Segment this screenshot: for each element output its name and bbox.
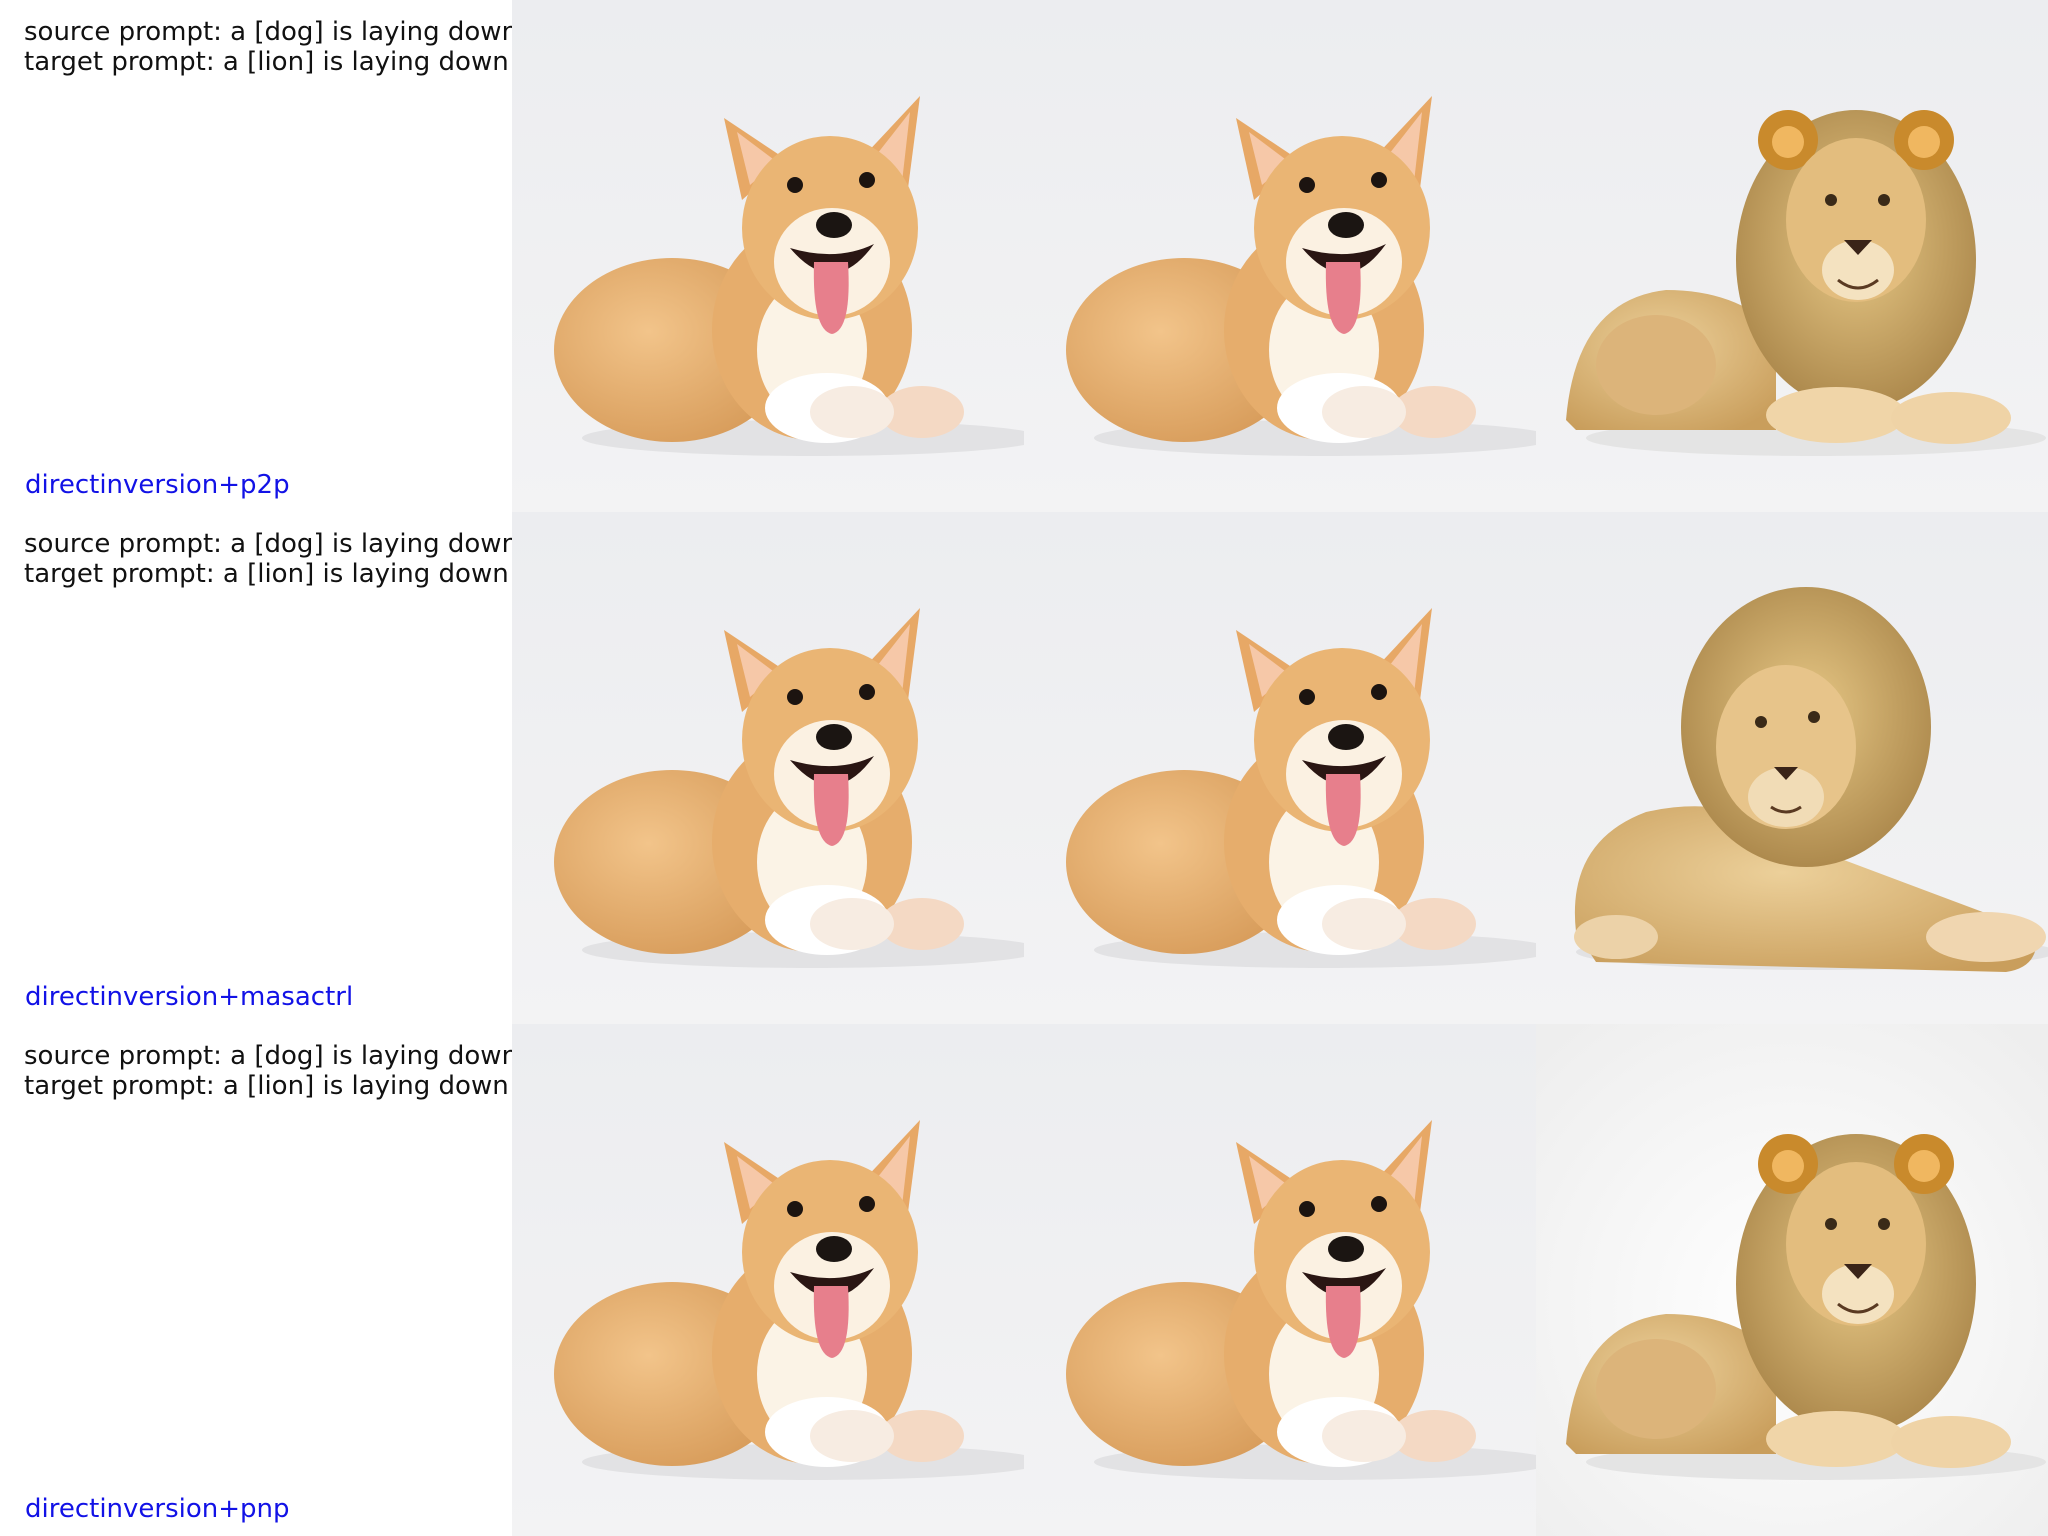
method-label: directinversion+pnp — [25, 1494, 290, 1524]
method-label: directinversion+masactrl — [25, 982, 354, 1012]
target-prompt: target prompt: a [lion] is laying down o… — [24, 1070, 815, 1101]
method-label: directinversion+p2p — [25, 470, 290, 500]
source-prompt: source prompt: a [dog] is laying down on… — [24, 17, 825, 47]
method-row-masactrl: source prompt: a [dog] is laying down on… — [0, 512, 2048, 1024]
prompt-text: source prompt: a [dog] is laying down on… — [24, 17, 825, 77]
edited-lion-image — [1536, 1024, 2048, 1536]
label-cell: source prompt: a [dog] is laying down on… — [0, 0, 825, 512]
source-corgi-image — [512, 0, 1024, 512]
edited-lion-image — [1536, 512, 2048, 1024]
reconstructed-corgi-image — [1024, 1024, 1536, 1536]
label-cell: source prompt: a [dog] is laying down on… — [0, 512, 825, 1024]
source-prompt: source prompt: a [dog] is laying down on… — [24, 1041, 825, 1071]
prompt-text: source prompt: a [dog] is laying down on… — [24, 529, 825, 589]
source-corgi-image — [512, 1024, 1024, 1536]
reconstructed-corgi-image — [1024, 0, 1536, 512]
comparison-grid: source prompt: a [dog] is laying down on… — [0, 0, 2048, 1536]
method-row-pnp: source prompt: a [dog] is laying down on… — [0, 1024, 2048, 1536]
prompt-text: source prompt: a [dog] is laying down on… — [24, 1041, 825, 1101]
source-prompt: source prompt: a [dog] is laying down on… — [24, 529, 825, 559]
target-prompt: target prompt: a [lion] is laying down o… — [24, 558, 815, 589]
edited-lion-image — [1536, 0, 2048, 512]
reconstructed-corgi-image — [1024, 512, 1536, 1024]
method-row-p2p: source prompt: a [dog] is laying down on… — [0, 0, 2048, 512]
target-prompt: target prompt: a [lion] is laying down o… — [24, 46, 815, 77]
source-corgi-image — [512, 512, 1024, 1024]
label-cell: source prompt: a [dog] is laying down on… — [0, 1024, 825, 1536]
